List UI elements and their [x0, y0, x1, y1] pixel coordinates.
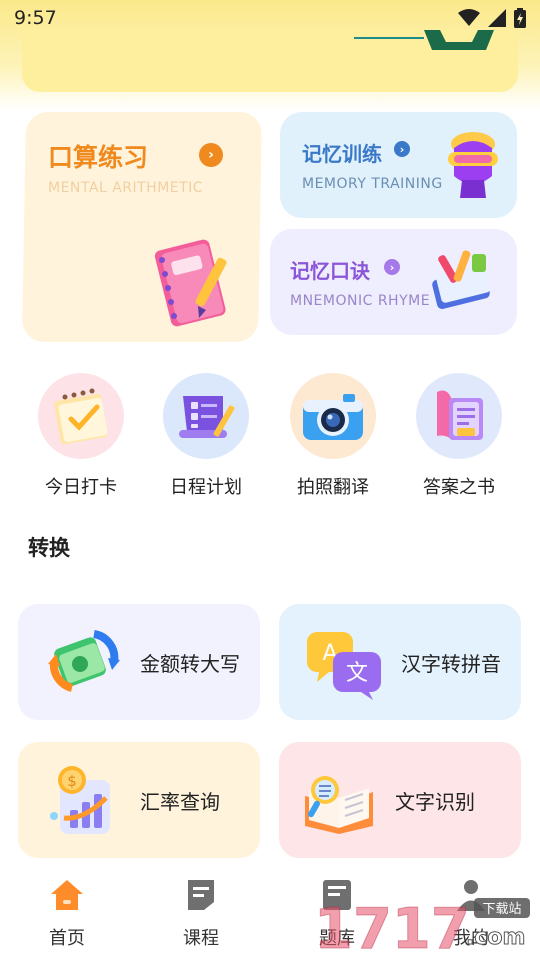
home-icon [51, 880, 83, 910]
mental-arithmetic-arrow-icon[interactable]: › [199, 143, 223, 167]
site-watermark: 1717 .com 下载站 [314, 896, 534, 960]
conversion-label: 文字识别 [395, 789, 475, 814]
tool-photo-translate[interactable]: 拍照翻译 [288, 373, 378, 499]
svg-text:1717: 1717 [314, 897, 470, 954]
exchange-rate-icon: $ [50, 766, 110, 834]
tool-label: 日程计划 [170, 477, 242, 498]
study-tools-icon [432, 250, 491, 310]
chinese-pinyin-icon: A 文 [307, 632, 381, 700]
svg-text:$: $ [67, 772, 77, 790]
text-recognition[interactable]: 文字识别 [279, 742, 521, 858]
nav-label: 首页 [49, 928, 85, 949]
tool-daily-checkin[interactable]: 今日打卡 [36, 373, 126, 499]
signal-icon [488, 9, 506, 27]
brain-head-icon [448, 132, 498, 198]
money-convert-icon [48, 630, 120, 692]
camera-icon [290, 373, 376, 459]
mnemonic-rhyme-subtitle: MNEMONIC RHYME [290, 293, 431, 309]
svg-text:文: 文 [346, 661, 368, 686]
battery-icon [514, 8, 526, 28]
top-banner[interactable] [22, 30, 518, 92]
banner-decoration-icon [354, 30, 494, 50]
conversion-label: 汇率查询 [140, 789, 220, 814]
course-icon [188, 880, 214, 910]
checkin-calendar-icon [38, 373, 124, 459]
tool-answer-book[interactable]: 答案之书 [414, 373, 504, 499]
schedule-checklist-icon [163, 373, 249, 459]
tool-label: 今日打卡 [45, 477, 117, 498]
tool-schedule-plan[interactable]: 日程计划 [161, 373, 251, 499]
nav-label: 课程 [183, 928, 219, 949]
exchange-rate-query[interactable]: $ 汇率查询 [18, 742, 260, 858]
status-time: 9:57 [14, 7, 57, 29]
notebook-pencil-icon [154, 239, 227, 327]
conversion-label: 金额转大写 [140, 651, 240, 676]
tool-label: 答案之书 [423, 477, 495, 498]
tool-label: 拍照翻译 [297, 477, 369, 498]
nav-item-course[interactable]: 课程 [156, 878, 246, 950]
mental-arithmetic-subtitle: MENTAL ARITHMETIC [48, 180, 204, 196]
text-recognition-icon [305, 776, 373, 834]
watermark-logo-icon: 1717 .com 下载站 [314, 897, 530, 960]
wifi-icon [458, 9, 480, 26]
memory-training-title: 记忆训练 [302, 142, 382, 166]
memory-training-arrow-icon[interactable]: › [394, 141, 410, 157]
conversion-label: 汉字转拼音 [401, 651, 501, 676]
svg-text:.com: .com [466, 925, 525, 950]
svg-text:下载站: 下载站 [482, 902, 521, 917]
section-title-convert: 转换 [28, 536, 70, 560]
mnemonic-rhyme-arrow-icon[interactable]: › [384, 259, 400, 275]
mnemonic-rhyme-title: 记忆口诀 [290, 259, 370, 283]
answer-book-icon [416, 373, 502, 459]
status-icons [458, 8, 526, 28]
nav-item-home[interactable]: 首页 [22, 878, 112, 950]
convert-chinese-to-pinyin[interactable]: A 文 汉字转拼音 [279, 604, 521, 720]
mental-arithmetic-title: 口算练习 [48, 143, 149, 172]
memory-training-subtitle: MEMORY TRAINING [302, 176, 443, 192]
convert-amount-to-uppercase[interactable]: 金额转大写 [18, 604, 260, 720]
